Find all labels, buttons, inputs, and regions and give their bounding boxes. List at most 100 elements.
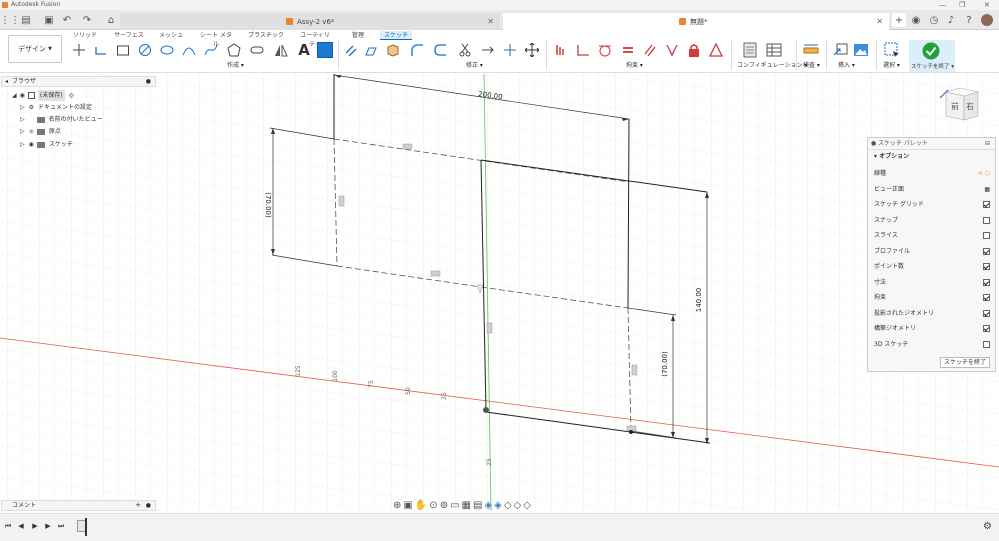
break-tool-icon[interactable] bbox=[502, 42, 518, 58]
palette-row[interactable]: 拘束 bbox=[874, 290, 992, 306]
timeline-settings-gear-icon[interactable]: ⚙ bbox=[983, 521, 992, 532]
ellipse-tool-icon[interactable] bbox=[159, 42, 175, 58]
fillet-tool-icon[interactable] bbox=[363, 42, 379, 58]
sketch-dimension-tool-icon[interactable] bbox=[317, 42, 333, 58]
parallel-constraint-icon[interactable] bbox=[642, 42, 658, 58]
palette-row[interactable]: 線種 < ⬡ bbox=[874, 166, 992, 182]
linetype-icon[interactable]: < ⬡ bbox=[978, 166, 990, 181]
file-menu-icon[interactable]: ▤ bbox=[19, 13, 33, 27]
extend-tool-icon[interactable] bbox=[480, 42, 496, 58]
wireframe-icon[interactable]: ◇ bbox=[514, 500, 522, 511]
coincident-constraint-icon[interactable] bbox=[553, 42, 569, 58]
tab-solid[interactable]: ソリッド bbox=[72, 31, 98, 40]
sketch-point[interactable] bbox=[629, 430, 633, 434]
palette-checkbox[interactable] bbox=[983, 232, 990, 239]
pin-icon[interactable]: ● bbox=[146, 501, 151, 510]
tab-untitled[interactable]: 無題* ✕ bbox=[503, 13, 889, 30]
visibility-eye-icon[interactable]: ◉ bbox=[20, 90, 25, 101]
go-to-end-icon[interactable]: ⏭ bbox=[57, 522, 65, 530]
measure-icon[interactable] bbox=[803, 42, 819, 58]
expand-icon[interactable]: ▷ bbox=[20, 114, 25, 125]
play-icon[interactable]: ▶ bbox=[31, 522, 39, 530]
dim-height-label[interactable]: 140.00 bbox=[695, 288, 703, 313]
tab-mesh[interactable]: メッシュ bbox=[158, 31, 184, 40]
sketch-scene[interactable]: 200.00 (70.00) 140.00 (70.00) 125 100 75… bbox=[0, 73, 999, 512]
text-tool-icon[interactable]: A bbox=[296, 41, 312, 59]
look-at-icon[interactable]: ▣ bbox=[403, 500, 412, 511]
box-tool-icon[interactable] bbox=[385, 42, 401, 58]
palette-row[interactable]: 投影されたジオメトリ bbox=[874, 306, 992, 322]
perpendicular-constraint-icon[interactable] bbox=[664, 42, 680, 58]
go-to-start-icon[interactable]: ⏮ bbox=[4, 522, 12, 530]
notifications-icon[interactable]: ♪ bbox=[944, 13, 958, 27]
origin-point[interactable] bbox=[483, 407, 489, 413]
visibility-eye-icon[interactable]: ◉ bbox=[29, 139, 34, 150]
group-label-select[interactable]: 選択 ▾ bbox=[883, 62, 900, 70]
palette-checkbox[interactable] bbox=[983, 247, 990, 255]
avatar[interactable] bbox=[981, 14, 993, 26]
palette-row[interactable]: プロファイル bbox=[874, 244, 992, 260]
palette-header[interactable]: ● スケッチ パレット ⊟ bbox=[868, 138, 995, 150]
palette-row[interactable]: ポイント数 bbox=[874, 259, 992, 275]
hidden-edges-icon[interactable]: ◇ bbox=[504, 500, 512, 511]
expand-icon[interactable]: ▷ bbox=[20, 102, 25, 113]
configure-icon[interactable] bbox=[743, 42, 759, 58]
group-label-create[interactable]: 作成 ▾ bbox=[227, 62, 244, 70]
shaded-edges-icon[interactable]: ◈ bbox=[494, 500, 502, 511]
pin-icon[interactable]: ⊟ bbox=[985, 138, 990, 150]
expand-icon[interactable]: ◢ bbox=[12, 90, 17, 101]
group-label-inspect[interactable]: 検査 ▾ bbox=[803, 62, 820, 70]
palette-section-options[interactable]: ▾ オプション bbox=[868, 150, 995, 164]
browser-panel-header[interactable]: ◂ ブラウザ ● bbox=[1, 76, 156, 87]
line-tool-icon[interactable] bbox=[71, 42, 87, 58]
step-back-icon[interactable]: ◀ bbox=[17, 522, 25, 530]
minimize-icon[interactable]: — bbox=[939, 0, 946, 10]
palette-checkbox[interactable] bbox=[983, 340, 990, 348]
polygon-tool-icon[interactable] bbox=[226, 42, 242, 58]
tab-manage[interactable]: 管理 bbox=[348, 31, 368, 40]
dim-70-left-label[interactable]: (70.00) bbox=[264, 192, 272, 218]
project-tool-icon[interactable] bbox=[93, 42, 109, 58]
fix-constraint-icon[interactable] bbox=[686, 42, 702, 58]
insert-derive-icon[interactable] bbox=[833, 42, 849, 58]
tab-close-icon[interactable]: ✕ bbox=[487, 17, 494, 26]
palette-checkbox[interactable] bbox=[983, 278, 990, 286]
browser-item-document-settings[interactable]: ▷ ⚙ ドキュメントの設定 bbox=[20, 102, 92, 113]
palette-checkbox[interactable] bbox=[983, 216, 990, 224]
view-cube-right[interactable]: 右 bbox=[966, 101, 974, 112]
palette-checkbox[interactable] bbox=[983, 201, 990, 208]
orbit-origin-icon[interactable]: ⊕ bbox=[393, 500, 401, 511]
configure-table-icon[interactable] bbox=[766, 42, 782, 58]
rectangle-tool-icon[interactable] bbox=[115, 42, 131, 58]
view-cube[interactable]: 前 右 bbox=[938, 84, 982, 124]
palette-row[interactable]: ビュー正面 ▦ bbox=[874, 182, 992, 198]
equal-constraint-icon[interactable] bbox=[620, 42, 636, 58]
extensions-icon[interactable]: ◉ bbox=[909, 13, 923, 27]
step-forward-icon[interactable]: ▶ bbox=[44, 522, 52, 530]
insert-image-icon[interactable] bbox=[853, 42, 869, 58]
add-comment-icon[interactable]: + bbox=[135, 501, 141, 510]
palette-row[interactable]: 3D スケッチ bbox=[874, 337, 992, 353]
grid-settings-icon[interactable]: ▦ bbox=[462, 500, 471, 511]
palette-row[interactable]: 構築ジオメトリ bbox=[874, 321, 992, 337]
timeline-marker[interactable] bbox=[85, 518, 87, 536]
collapse-icon[interactable]: ◂ bbox=[5, 77, 8, 86]
palette-row[interactable]: 寸法 bbox=[874, 275, 992, 291]
fit-icon[interactable]: ⊚ bbox=[440, 500, 448, 511]
mirror-tool-icon[interactable] bbox=[273, 42, 289, 58]
scissors-tool-icon[interactable] bbox=[457, 42, 473, 58]
viewport-canvas[interactable]: 200.00 (70.00) 140.00 (70.00) 125 100 75… bbox=[0, 73, 999, 512]
restore-icon[interactable]: ❐ bbox=[959, 0, 965, 10]
palette-row[interactable]: スライス bbox=[874, 228, 992, 244]
select-icon[interactable] bbox=[884, 42, 900, 58]
visual-style-icon[interactable]: ◇ bbox=[523, 500, 531, 511]
collapse-icon[interactable]: ● bbox=[871, 138, 876, 150]
browser-item-origin[interactable]: ▷ ◉ 原点 bbox=[20, 126, 61, 137]
finish-sketch-button[interactable]: スケッチを終了 ▾ bbox=[909, 40, 955, 72]
group-label-constraints[interactable]: 拘束 ▾ bbox=[626, 62, 643, 70]
arc-tool-icon[interactable] bbox=[181, 42, 197, 58]
expand-icon[interactable]: ▷ bbox=[20, 139, 25, 150]
app-grid-icon[interactable]: ⋮⋮ bbox=[0, 13, 20, 27]
hidden-eye-icon[interactable]: ◉ bbox=[29, 126, 34, 137]
tab-surface[interactable]: サーフェス bbox=[112, 31, 146, 40]
